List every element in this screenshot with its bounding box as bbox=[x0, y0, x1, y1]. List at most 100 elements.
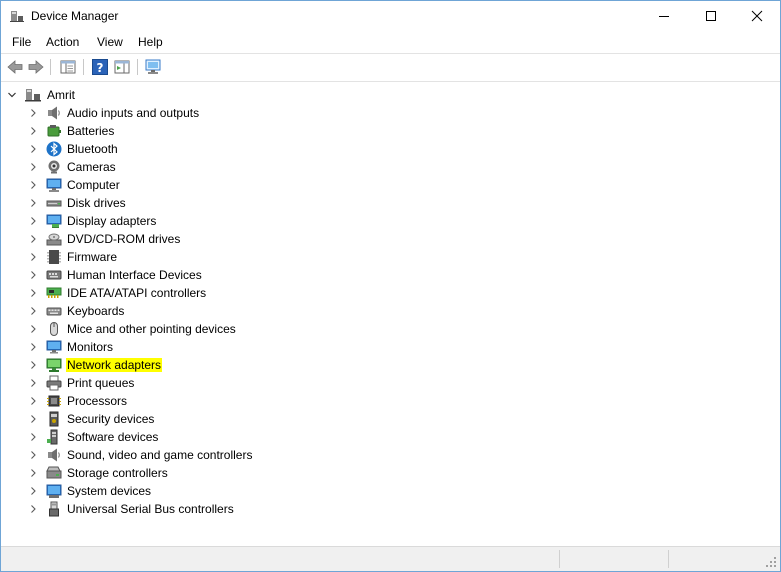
tree-item-network-adapters[interactable]: Network adapters bbox=[28, 356, 163, 374]
tree-item-keyboards[interactable]: Keyboards bbox=[28, 302, 125, 320]
forward-arrow-icon[interactable] bbox=[27, 58, 45, 76]
tree-item-firmware[interactable]: Firmware bbox=[28, 248, 118, 266]
chevron-right-icon[interactable] bbox=[28, 266, 38, 284]
tree-item-label: Human Interface Devices bbox=[67, 268, 202, 282]
menu-action[interactable]: Action bbox=[44, 35, 81, 49]
keyboard-icon bbox=[46, 303, 62, 319]
chevron-right-icon[interactable] bbox=[28, 284, 38, 302]
monitor-icon bbox=[46, 339, 62, 355]
chevron-right-icon[interactable] bbox=[28, 194, 38, 212]
close-button[interactable] bbox=[734, 1, 780, 31]
hid-icon bbox=[46, 267, 62, 283]
device-tree[interactable]: Amrit Audio inputs and outputs Batteries B… bbox=[1, 83, 780, 545]
maximize-icon bbox=[706, 11, 716, 21]
tree-item-audio-inputs-and-outputs[interactable]: Audio inputs and outputs bbox=[28, 104, 200, 122]
mouse-icon bbox=[46, 321, 62, 337]
status-bar bbox=[1, 546, 780, 571]
chevron-right-icon[interactable] bbox=[28, 212, 38, 230]
tree-item-print-queues[interactable]: Print queues bbox=[28, 374, 135, 392]
chevron-right-icon[interactable] bbox=[28, 500, 38, 518]
tree-item-label: Storage controllers bbox=[67, 466, 168, 480]
chevron-right-icon[interactable] bbox=[28, 446, 38, 464]
chevron-right-icon[interactable] bbox=[28, 320, 38, 338]
window-title: Device Manager bbox=[31, 9, 119, 23]
display-adapter-icon bbox=[46, 213, 62, 229]
tree-item-security-devices[interactable]: Security devices bbox=[28, 410, 155, 428]
back-arrow-icon[interactable] bbox=[6, 58, 24, 76]
tree-item-batteries[interactable]: Batteries bbox=[28, 122, 115, 140]
tree-item-label: Processors bbox=[67, 394, 128, 408]
menu-bar: File Action View Help bbox=[1, 32, 780, 52]
menu-file[interactable]: File bbox=[10, 35, 33, 49]
processor-icon bbox=[46, 393, 62, 409]
tree-item-label: Monitors bbox=[67, 340, 114, 354]
menu-help[interactable]: Help bbox=[136, 35, 165, 49]
tree-item-universal-serial-bus-controllers[interactable]: Universal Serial Bus controllers bbox=[28, 500, 235, 518]
tree-item-sound-video-and-game-controllers[interactable]: Sound, video and game controllers bbox=[28, 446, 253, 464]
chevron-right-icon[interactable] bbox=[28, 176, 38, 194]
chevron-right-icon[interactable] bbox=[28, 356, 38, 374]
chevron-right-icon[interactable] bbox=[28, 428, 38, 446]
minimize-button[interactable] bbox=[641, 1, 687, 31]
chevron-right-icon[interactable] bbox=[28, 248, 38, 266]
tree-item-label: Sound, video and game controllers bbox=[67, 448, 253, 462]
chevron-right-icon[interactable] bbox=[28, 104, 38, 122]
speaker-icon bbox=[46, 447, 62, 463]
tree-item-label: Audio inputs and outputs bbox=[67, 106, 200, 120]
tree-item-mice-and-other-pointing-devices[interactable]: Mice and other pointing devices bbox=[28, 320, 237, 338]
tree-item-label: DVD/CD-ROM drives bbox=[67, 232, 181, 246]
tree-item-cameras[interactable]: Cameras bbox=[28, 158, 117, 176]
tree-item-label: Batteries bbox=[67, 124, 115, 138]
device-manager-icon bbox=[10, 11, 24, 22]
tree-item-software-devices[interactable]: Software devices bbox=[28, 428, 159, 446]
chevron-right-icon[interactable] bbox=[28, 230, 38, 248]
chevron-right-icon[interactable] bbox=[28, 122, 38, 140]
resize-grip-icon[interactable] bbox=[765, 556, 777, 568]
show-hide-console-tree-icon[interactable] bbox=[59, 58, 77, 76]
tree-item-human-interface-devices[interactable]: Human Interface Devices bbox=[28, 266, 203, 284]
chevron-down-icon[interactable] bbox=[7, 90, 17, 100]
storage-controller-icon bbox=[46, 465, 62, 481]
menu-view[interactable]: View bbox=[95, 35, 125, 49]
tree-item-storage-controllers[interactable]: Storage controllers bbox=[28, 464, 169, 482]
chevron-right-icon[interactable] bbox=[28, 464, 38, 482]
tree-item-system-devices[interactable]: System devices bbox=[28, 482, 152, 500]
tree-item-disk-drives[interactable]: Disk drives bbox=[28, 194, 127, 212]
tree-item-processors[interactable]: Processors bbox=[28, 392, 128, 410]
chevron-right-icon[interactable] bbox=[28, 302, 38, 320]
disk-drive-icon bbox=[46, 195, 62, 211]
dvd-drive-icon bbox=[46, 231, 62, 247]
minimize-icon bbox=[659, 16, 669, 17]
tree-item-display-adapters[interactable]: Display adapters bbox=[28, 212, 157, 230]
security-device-icon bbox=[46, 411, 62, 427]
tree-item-bluetooth[interactable]: Bluetooth bbox=[28, 140, 119, 158]
device-manager-window: Device Manager File Action View Help ? A… bbox=[0, 0, 781, 572]
chevron-right-icon[interactable] bbox=[28, 374, 38, 392]
chevron-right-icon[interactable] bbox=[28, 158, 38, 176]
tree-root[interactable]: Amrit bbox=[7, 86, 75, 104]
chevron-right-icon[interactable] bbox=[28, 338, 38, 356]
toolbar: ? bbox=[1, 53, 780, 82]
printer-icon bbox=[46, 375, 62, 391]
chevron-right-icon[interactable] bbox=[28, 410, 38, 428]
tree-item-dvd-cd-rom-drives[interactable]: DVD/CD-ROM drives bbox=[28, 230, 181, 248]
status-pane bbox=[559, 550, 560, 568]
tree-item-label: Print queues bbox=[67, 376, 135, 390]
chevron-right-icon[interactable] bbox=[28, 482, 38, 500]
scan-hardware-changes-icon[interactable] bbox=[144, 58, 162, 76]
title-bar[interactable]: Device Manager bbox=[1, 1, 780, 31]
action-pane-icon[interactable] bbox=[113, 58, 131, 76]
chevron-right-icon[interactable] bbox=[28, 140, 38, 158]
tree-item-computer[interactable]: Computer bbox=[28, 176, 121, 194]
svg-text:?: ? bbox=[97, 61, 104, 75]
tree-item-label: Security devices bbox=[67, 412, 155, 426]
tree-item-ide-ata-atapi-controllers[interactable]: IDE ATA/ATAPI controllers bbox=[28, 284, 207, 302]
tree-item-label: Computer bbox=[67, 178, 120, 192]
maximize-button[interactable] bbox=[688, 1, 734, 31]
camera-icon bbox=[46, 159, 62, 175]
chevron-right-icon[interactable] bbox=[28, 392, 38, 410]
help-icon[interactable]: ? bbox=[91, 58, 109, 76]
ide-controller-icon bbox=[46, 285, 62, 301]
tree-item-monitors[interactable]: Monitors bbox=[28, 338, 114, 356]
tree-item-label: Display adapters bbox=[67, 214, 157, 228]
